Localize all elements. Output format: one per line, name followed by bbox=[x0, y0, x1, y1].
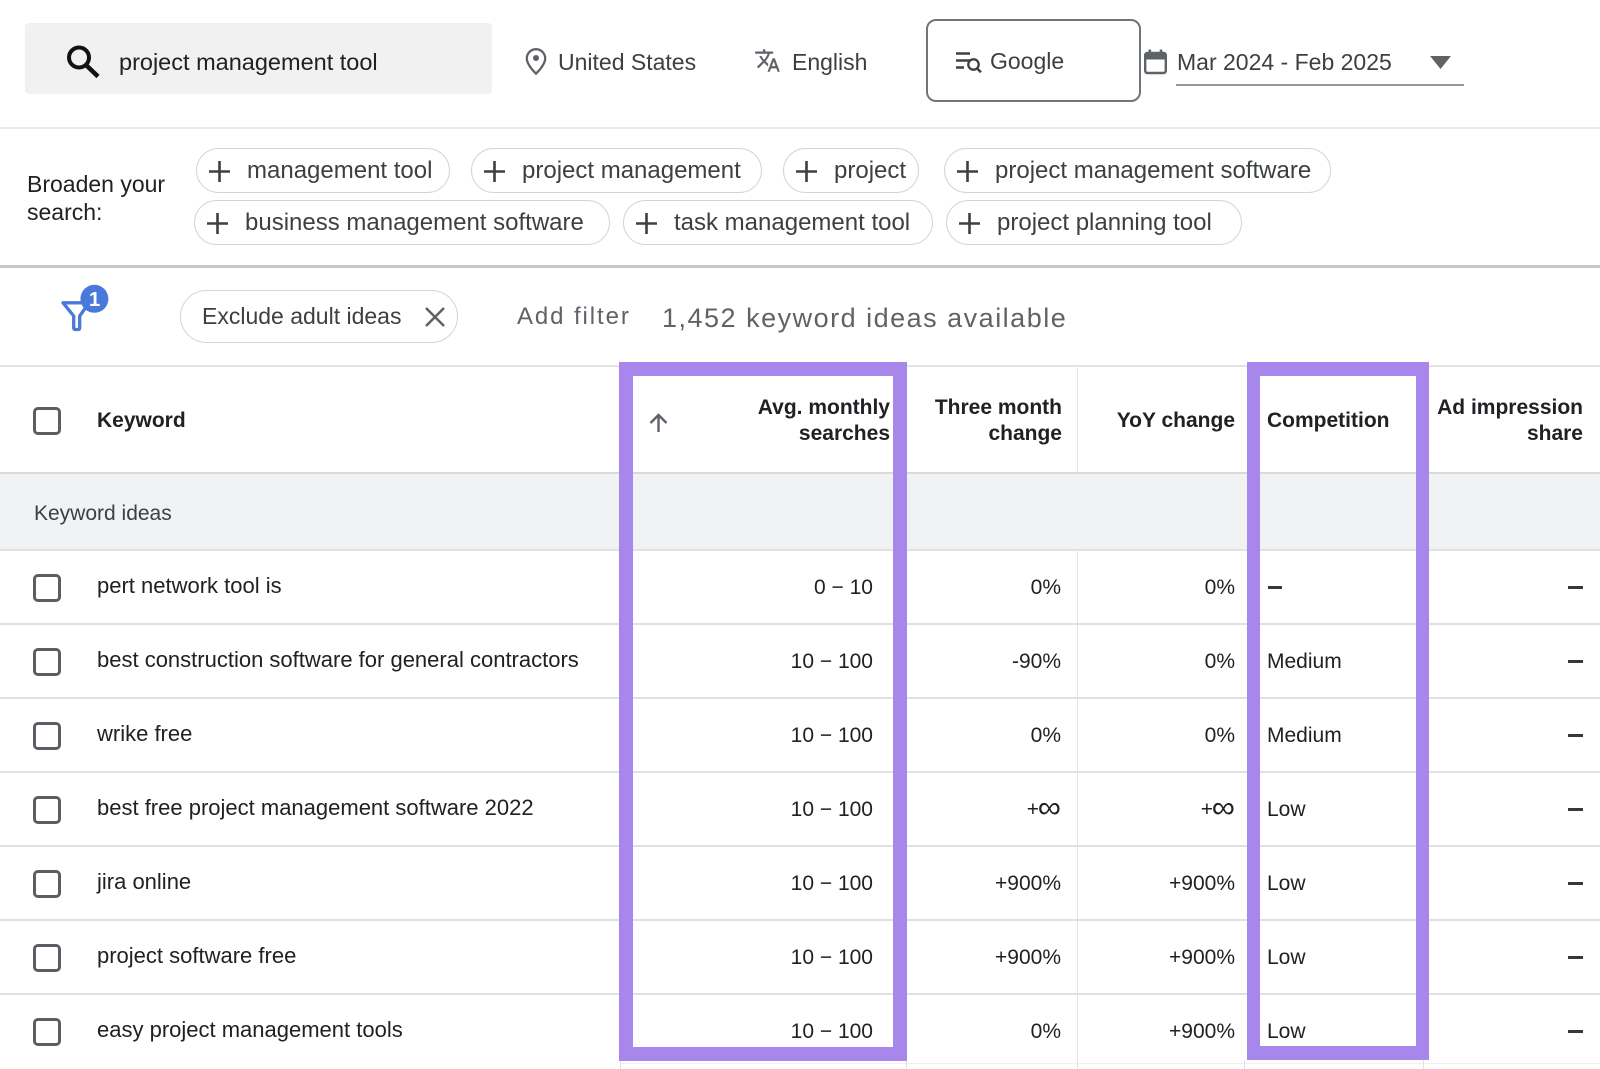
svg-text:1: 1 bbox=[89, 288, 100, 311]
